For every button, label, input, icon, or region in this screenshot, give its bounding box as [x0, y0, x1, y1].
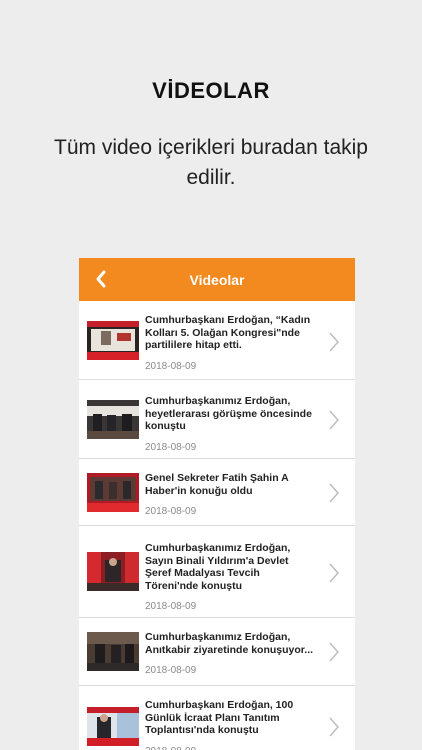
promo-subtitle: Tüm video içerikleri buradan takip edili… — [54, 136, 368, 189]
phone-screen: Videolar Cumhurbaşkanı Erdoğan, “Kadın K… — [79, 258, 355, 750]
video-date: 2018-08-09 — [145, 441, 197, 453]
video-date: 2018-08-09 — [145, 746, 315, 750]
video-date: 2018-08-09 — [145, 506, 197, 517]
video-thumbnail — [87, 632, 139, 671]
chevron-left-icon — [96, 270, 106, 288]
screen-title: Videolar — [189, 271, 245, 288]
chevron-right-icon — [329, 410, 340, 430]
app-bar: Videolar — [79, 258, 355, 301]
chevron-right-icon — [329, 483, 340, 503]
promo-title: VİDEOLAR — [152, 78, 270, 103]
video-title: Cumhurbaşkanımız Erdoğan, Anıtkabir ziya… — [145, 631, 314, 656]
video-date: 2018-08-09 — [145, 360, 197, 372]
chevron-right-icon — [329, 642, 340, 662]
chevron-right-icon — [329, 563, 340, 583]
video-list-item[interactable]: Cumhurbaşkanımız Erdoğan, Sayın Binali Y… — [79, 526, 355, 618]
video-title: Cumhurbaşkanı Erdoğan, “Kadın Kolları 5.… — [145, 314, 311, 351]
video-date: 2018-08-09 — [145, 601, 197, 612]
video-list-item[interactable]: Cumhurbaşkanımız Erdoğan, Anıtkabir ziya… — [79, 618, 355, 686]
video-thumbnail — [87, 473, 139, 512]
video-list-item[interactable]: Genel Sekreter Fatih Şahin A Haber'in ko… — [79, 459, 355, 526]
video-list-item[interactable]: Cumhurbaşkanı Erdoğan, “Kadın Kolları 5.… — [79, 301, 355, 380]
video-thumbnail — [87, 552, 139, 591]
video-title: Cumhurbaşkanımız Erdoğan, Sayın Binali Y… — [145, 542, 291, 592]
back-button[interactable] — [91, 269, 111, 289]
video-thumbnail — [87, 321, 139, 360]
video-thumbnail — [87, 400, 139, 439]
chevron-right-icon — [329, 717, 340, 737]
video-list-item[interactable]: Cumhurbaşkanımız Erdoğan, heyetlerarası … — [79, 380, 355, 459]
video-thumbnail — [87, 707, 139, 746]
chevron-right-icon — [329, 332, 340, 352]
video-list-item[interactable]: Cumhurbaşkanı Erdoğan, 100 Günlük İcraat… — [79, 686, 355, 750]
video-title: Cumhurbaşkanı Erdoğan, 100 Günlük İcraat… — [145, 699, 294, 736]
video-title: Cumhurbaşkanımız Erdoğan, heyetlerarası … — [145, 395, 312, 432]
video-date: 2018-08-09 — [145, 665, 197, 676]
video-title: Genel Sekreter Fatih Şahin A Haber'in ko… — [145, 472, 289, 497]
